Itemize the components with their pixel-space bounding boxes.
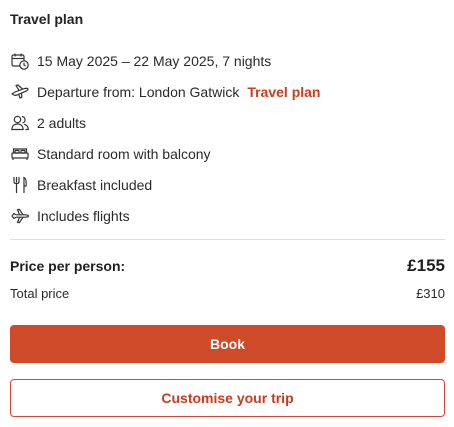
detail-flights: Includes flights [10,200,446,231]
price-per-person-value: £155 [407,256,445,275]
total-price-row: Total price £310 [10,286,445,301]
users-icon [10,113,30,133]
total-price-value: £310 [416,286,445,301]
price-per-person-row: Price per person: £155 [10,256,445,276]
board-text: Breakfast included [37,176,153,193]
book-button[interactable]: Book [10,325,445,363]
divider [10,239,445,240]
plane-icon [10,206,30,226]
total-price-label: Total price [10,286,70,301]
travellers-text: 2 adults [37,114,87,131]
customise-trip-button[interactable]: Customise your trip [10,379,445,417]
panel-title: Travel plan [10,11,84,27]
room-text: Standard room with balcony [37,145,211,162]
travel-plan-panel: Travel plan 15 May 2025 – 22 May 2025, 7… [0,0,454,427]
dates-text: 15 May 2025 – 22 May 2025, 7 nights [37,52,272,69]
cutlery-icon [10,175,30,195]
calendar-clock-icon [10,51,30,71]
plane-departure-icon [10,82,30,102]
detail-travellers: 2 adults [10,107,446,138]
departure-text: Departure from: London Gatwick [37,83,240,100]
flights-text: Includes flights [37,207,130,224]
trip-details-list: 15 May 2025 – 22 May 2025, 7 nights Depa… [10,45,446,231]
detail-board: Breakfast included [10,169,446,200]
price-per-person-label: Price per person: [10,258,126,274]
travel-plan-link[interactable]: Travel plan [247,84,320,100]
detail-room: Standard room with balcony [10,138,446,169]
detail-departure: Departure from: London Gatwick Travel pl… [10,76,446,107]
bed-icon [10,144,30,164]
detail-dates: 15 May 2025 – 22 May 2025, 7 nights [10,45,446,76]
